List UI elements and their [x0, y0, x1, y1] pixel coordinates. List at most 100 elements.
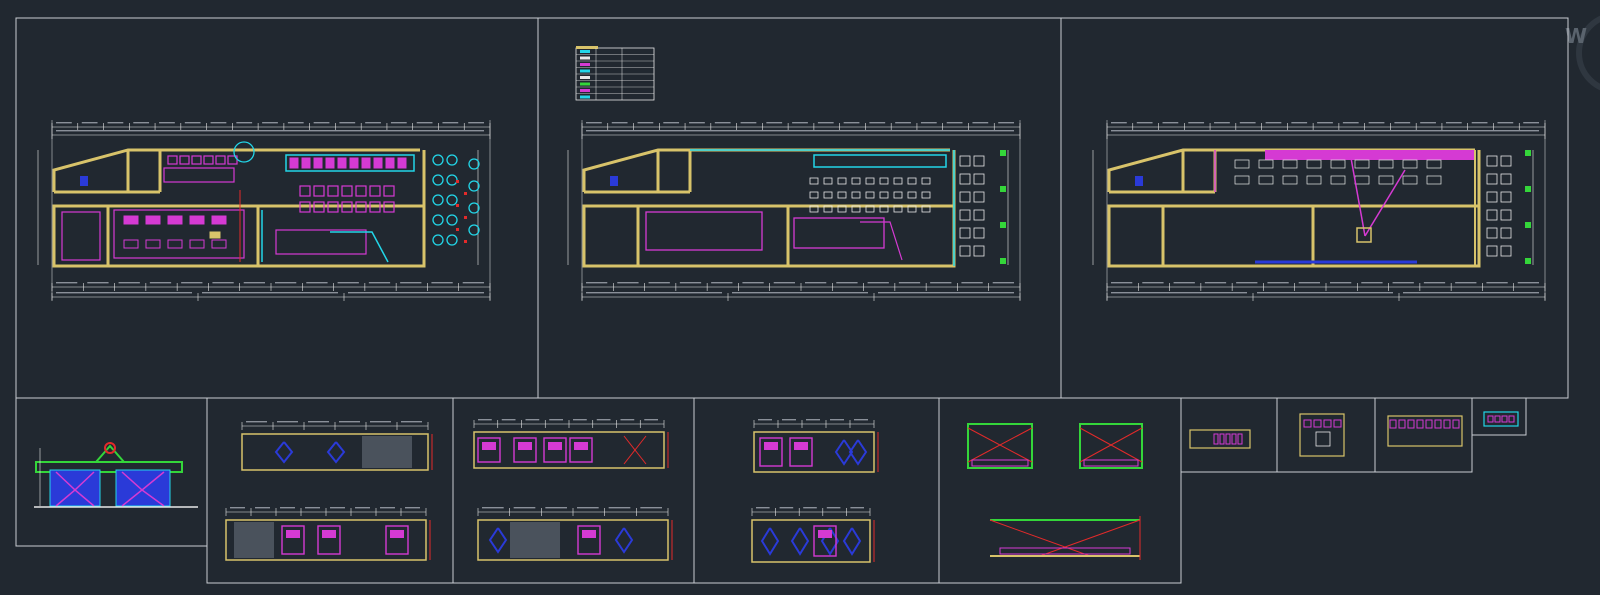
floor-plan-lighting [567, 120, 1021, 301]
diamond-panel [790, 527, 810, 556]
thumbnail-furniture [1213, 433, 1219, 445]
dimension-text [1420, 122, 1436, 124]
dimension-text [586, 122, 602, 124]
dimension-text [405, 507, 420, 509]
outdoor-seat [973, 173, 985, 185]
dimension-text [1267, 282, 1289, 284]
planter [1525, 150, 1531, 156]
ceiling-panel [1306, 175, 1322, 185]
dimension-text [640, 507, 662, 509]
wall-texture [362, 436, 412, 468]
cable-run [1364, 169, 1406, 237]
dimension-text [648, 282, 670, 284]
dimension-text [732, 292, 868, 294]
dimension-text [663, 122, 680, 124]
private-room [61, 211, 101, 261]
floor-plan-ceiling [1092, 120, 1546, 301]
ceiling-grid [809, 191, 819, 199]
dimension-text [895, 122, 911, 124]
dimension-text [714, 122, 731, 124]
table [167, 215, 183, 225]
dimension-text [1523, 122, 1539, 124]
ceiling-grid [893, 177, 903, 185]
cad-drawing-canvas[interactable] [0, 0, 1600, 595]
thumbnail-furniture [1333, 419, 1342, 428]
lounge-chair [383, 185, 395, 197]
dimension-text [617, 282, 639, 284]
dimension-text [803, 507, 817, 509]
outdoor-seat [959, 209, 971, 221]
dimension-text [608, 507, 631, 509]
dimension-text [961, 282, 983, 284]
dimension-text [611, 122, 628, 124]
thumbnail-furniture [1389, 419, 1397, 429]
column [1135, 176, 1143, 186]
section-cross [989, 519, 1091, 557]
ceiling-panel [1378, 175, 1394, 185]
outdoor-seat [432, 174, 444, 186]
ceiling-panel [1354, 159, 1370, 169]
bar-stool [325, 157, 335, 169]
dimension-text [442, 122, 459, 124]
dimension-text [1204, 282, 1227, 284]
outdoor-seat [432, 154, 444, 166]
sofa-seat [191, 155, 202, 165]
dimension-text [400, 282, 422, 284]
dimension-text [501, 419, 516, 421]
dimension-text [339, 122, 356, 124]
ceiling-panel [1258, 175, 1274, 185]
dimension-text [1162, 122, 1179, 124]
cove-lighting [645, 211, 763, 251]
legend-swatch [580, 82, 590, 86]
ceiling-grid [823, 191, 833, 199]
dimension-text [368, 282, 391, 284]
dimension-text [545, 507, 567, 509]
detail-sheet-border [1276, 397, 1376, 473]
thumbnail-furniture [1494, 415, 1501, 423]
outdoor-seat [959, 245, 971, 257]
outdoor-seat [446, 214, 458, 226]
bar-stool [361, 157, 371, 169]
lounge-chair [327, 185, 339, 197]
dimension-text [711, 282, 733, 284]
thumbnail-detail [1315, 431, 1331, 447]
bar-stool [373, 157, 383, 169]
legend-swatch [580, 89, 590, 92]
dimension-text [1111, 122, 1127, 124]
dimension-text [992, 282, 1014, 284]
outdoor-seat [468, 158, 480, 170]
wall-texture [510, 522, 560, 558]
dimension-text [836, 282, 858, 284]
fire-marker [456, 204, 459, 207]
thumbnail-furniture [1425, 419, 1433, 429]
lounge-chair [341, 185, 353, 197]
dimension-text [972, 122, 989, 124]
legend-title-mark [576, 46, 598, 49]
dimension-text [348, 292, 484, 294]
dimension-text [462, 282, 484, 284]
fire-marker [464, 216, 467, 219]
diamond-panel [274, 441, 294, 464]
table [145, 215, 161, 225]
diamond-panel [326, 441, 346, 464]
dimension-text [854, 419, 868, 421]
sofa-seat [179, 155, 190, 165]
dimension-text [308, 421, 329, 423]
ceiling-section [967, 423, 1033, 469]
dimension-text [275, 282, 297, 284]
dimension-text [482, 507, 504, 509]
cabinet-shelf [548, 442, 562, 450]
dimension-text [246, 421, 267, 423]
bar-stool [397, 157, 407, 169]
outdoor-seat [973, 191, 985, 203]
dimension-text [573, 419, 587, 421]
ceiling-panel [1258, 159, 1274, 169]
thumbnail-furniture [1237, 433, 1243, 445]
dimension-text [869, 122, 886, 124]
dimension-text [758, 419, 772, 421]
dimension-text [313, 122, 330, 124]
dimension-text [817, 122, 834, 124]
dimension-text [898, 282, 921, 284]
dimension-text [1291, 122, 1308, 124]
dimension-text [1111, 130, 1539, 132]
